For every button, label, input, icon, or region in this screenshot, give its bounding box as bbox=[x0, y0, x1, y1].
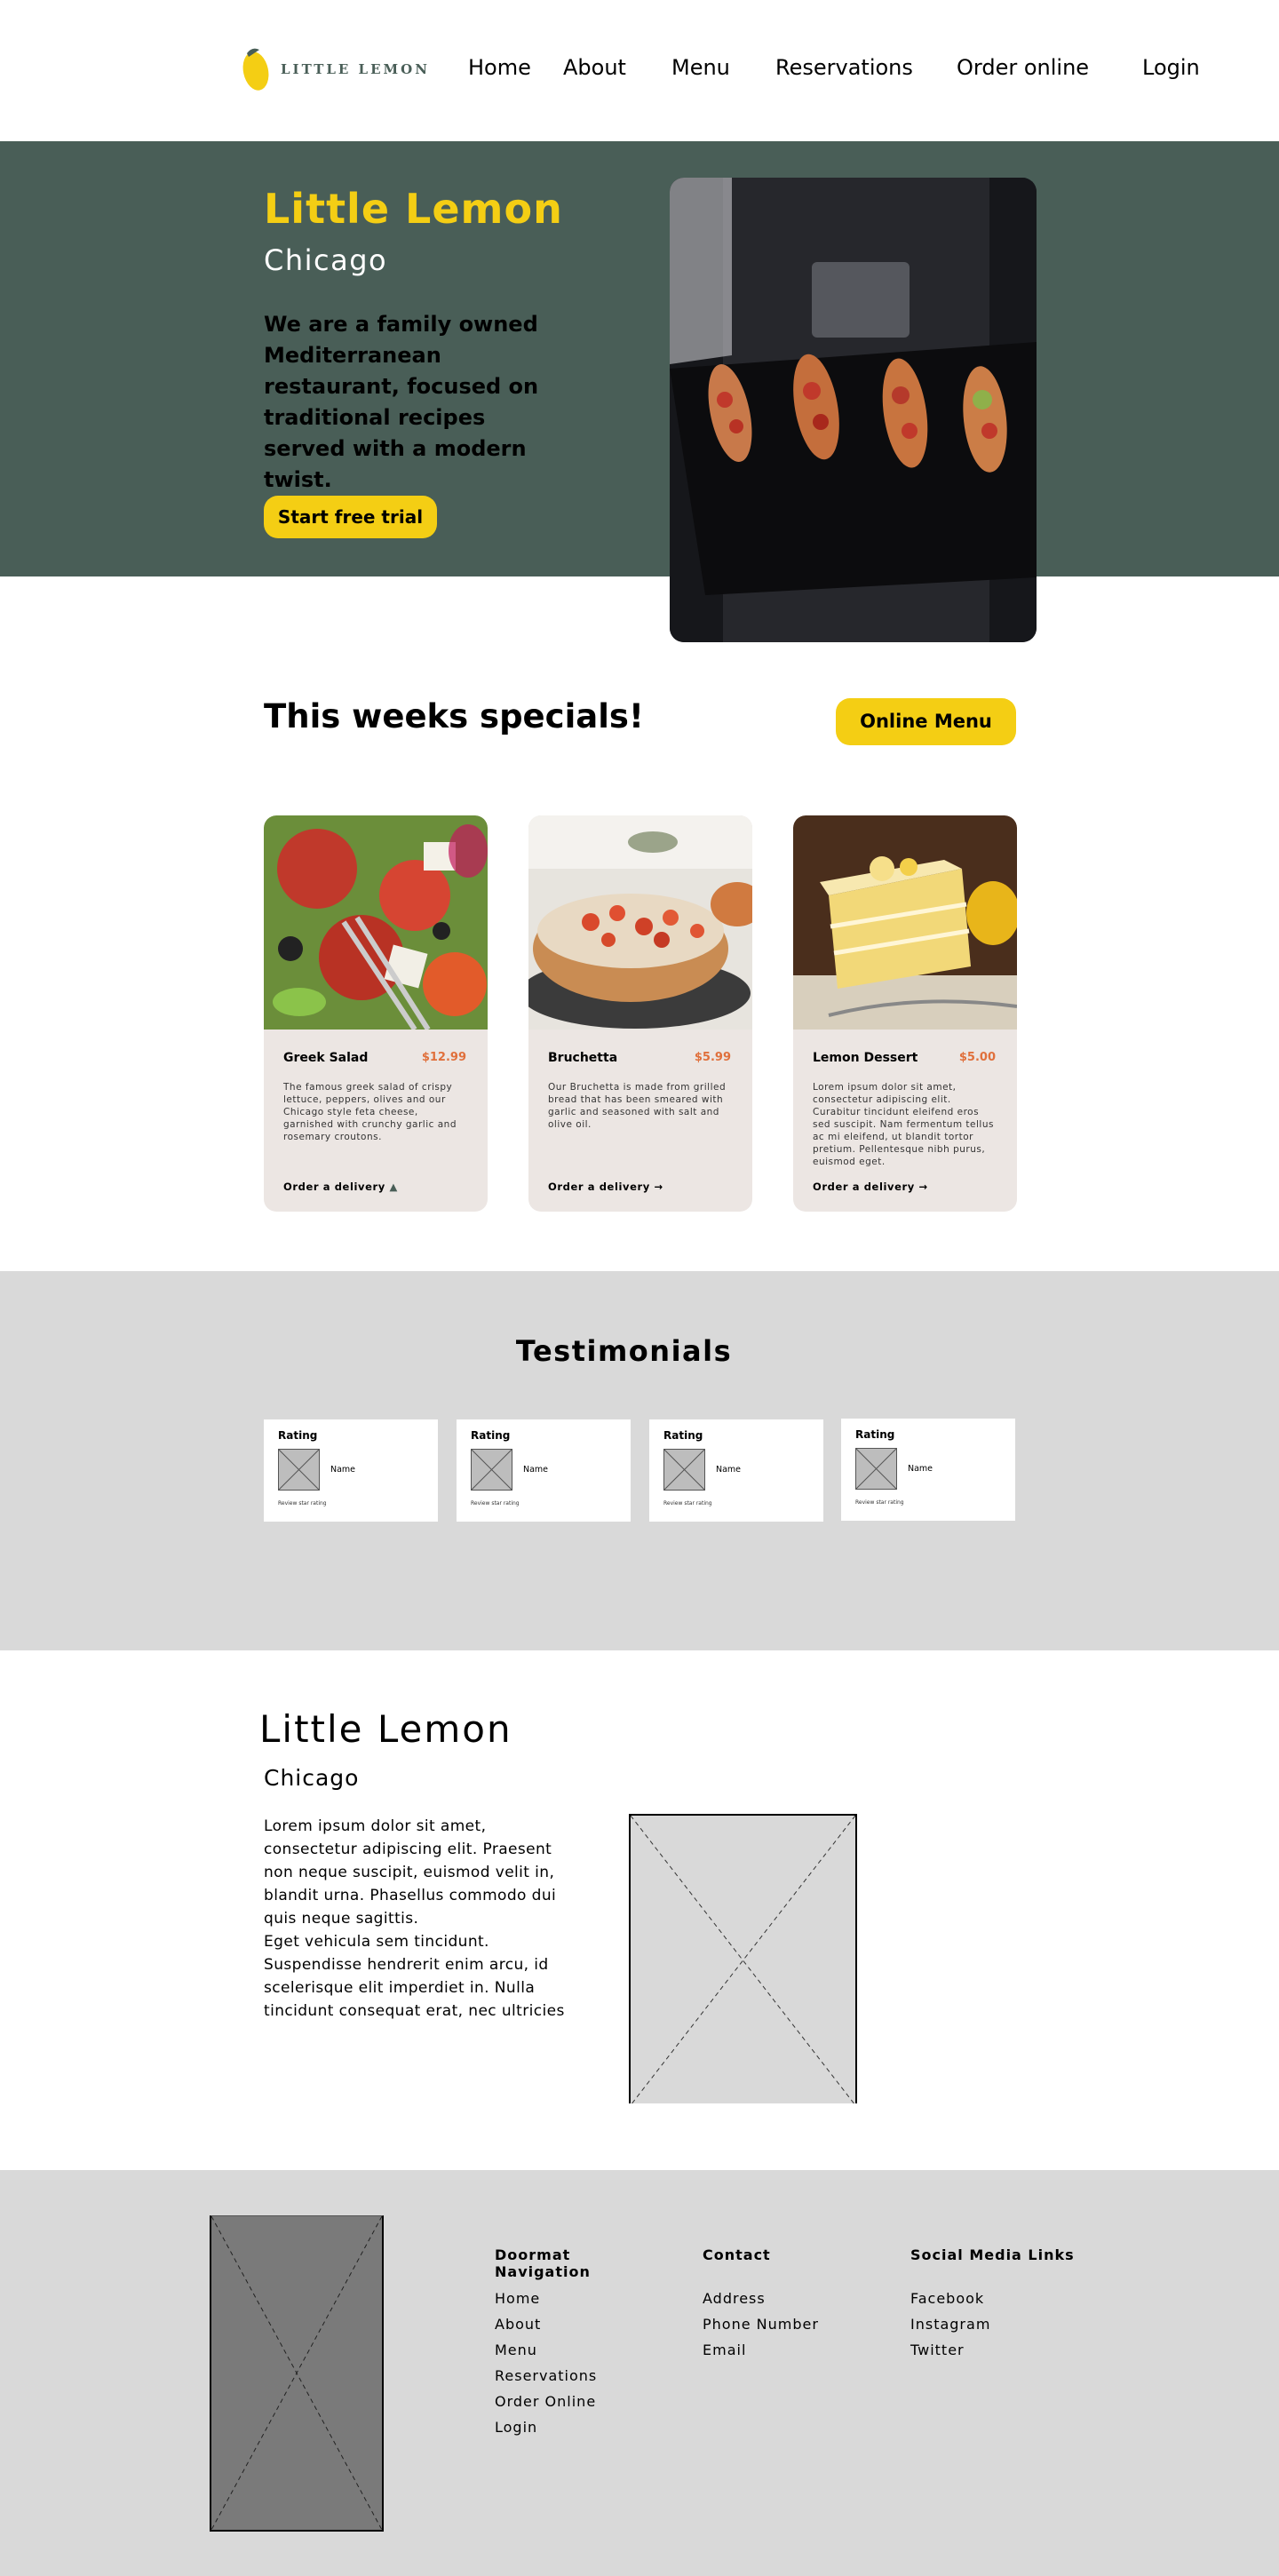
avatar-placeholder-icon bbox=[663, 1449, 705, 1491]
order-delivery-link[interactable]: Order a delivery → bbox=[813, 1181, 928, 1193]
order-delivery-link[interactable]: Order a delivery ▲ bbox=[283, 1181, 398, 1193]
nav-about[interactable]: About bbox=[563, 55, 626, 80]
start-free-trial-button[interactable]: Start free trial bbox=[264, 496, 437, 538]
about-title: Little Lemon bbox=[259, 1707, 512, 1751]
testimonial-card: Rating Name Review star rating bbox=[649, 1419, 823, 1522]
footer-link-order-online[interactable]: Order Online bbox=[495, 2393, 596, 2410]
hero-section bbox=[0, 141, 1279, 576]
footer-social-instagram[interactable]: Instagram bbox=[910, 2316, 990, 2333]
footer-link-login[interactable]: Login bbox=[495, 2419, 537, 2436]
testimonial-rating: Rating bbox=[663, 1429, 703, 1442]
testimonial-card: Rating Name Review star rating bbox=[841, 1419, 1015, 1521]
site-footer bbox=[0, 2170, 1279, 2576]
nav-order-online[interactable]: Order online bbox=[957, 55, 1089, 80]
nav-menu[interactable]: Menu bbox=[671, 55, 730, 80]
footer-social-facebook[interactable]: Facebook bbox=[910, 2290, 984, 2307]
footer-social-twitter[interactable]: Twitter bbox=[910, 2341, 965, 2358]
testimonials-title: Testimonials bbox=[515, 1334, 733, 1368]
logo-text: LITTLE LEMON bbox=[281, 61, 430, 77]
scooter-icon: ▲ bbox=[389, 1181, 398, 1193]
order-delivery-link[interactable]: Order a delivery → bbox=[548, 1181, 663, 1193]
footer-social-heading: Social Media Links bbox=[910, 2246, 1075, 2263]
testimonial-review: Review star rating bbox=[855, 1499, 904, 1506]
specials-title: This weeks specials! bbox=[264, 697, 644, 735]
hero-title: Little Lemon bbox=[264, 185, 563, 233]
footer-doormat-heading: Doormat Navigation bbox=[495, 2246, 591, 2280]
card-price: $5.99 bbox=[694, 1051, 731, 1064]
hero-subtitle: Chicago bbox=[264, 243, 388, 277]
footer-link-home[interactable]: Home bbox=[495, 2290, 540, 2307]
testimonial-card: Rating Name Review star rating bbox=[457, 1419, 631, 1522]
footer-link-reservations[interactable]: Reservations bbox=[495, 2367, 597, 2384]
footer-link-about[interactable]: About bbox=[495, 2316, 541, 2333]
testimonial-rating: Rating bbox=[855, 1428, 895, 1441]
testimonial-review: Review star rating bbox=[278, 1500, 327, 1507]
site-header: LITTLE LEMON Home About Menu Reservation… bbox=[0, 0, 1279, 141]
special-card-greek-salad[interactable]: Greek Salad $12.99 The famous greek sala… bbox=[264, 815, 488, 1212]
lemon-logo-icon bbox=[240, 44, 270, 94]
footer-link-menu[interactable]: Menu bbox=[495, 2341, 537, 2358]
card-description: Lorem ipsum dolor sit amet, consectetur … bbox=[813, 1082, 994, 1167]
testimonial-review: Review star rating bbox=[471, 1500, 520, 1507]
card-title: Bruchetta bbox=[548, 1051, 618, 1065]
card-title: Greek Salad bbox=[283, 1051, 369, 1065]
card-price: $5.00 bbox=[958, 1051, 996, 1064]
arrow-right-icon: → bbox=[918, 1181, 928, 1193]
card-description: The famous greek salad of crispy lettuce… bbox=[283, 1082, 457, 1142]
nav-login[interactable]: Login bbox=[1142, 55, 1200, 80]
testimonial-name: Name bbox=[908, 1464, 933, 1474]
footer-contact-heading: Contact bbox=[703, 2246, 771, 2263]
footer-contact-address[interactable]: Address bbox=[703, 2290, 766, 2307]
testimonial-rating: Rating bbox=[278, 1429, 318, 1442]
avatar-placeholder-icon bbox=[278, 1449, 320, 1491]
avatar-placeholder-icon bbox=[855, 1448, 897, 1490]
testimonial-name: Name bbox=[523, 1465, 549, 1475]
hero-food-photo bbox=[670, 178, 1037, 642]
testimonial-review: Review star rating bbox=[663, 1500, 712, 1507]
nav-home[interactable]: Home bbox=[468, 55, 531, 80]
card-description: Our Bruchetta is made from grilled bread… bbox=[548, 1082, 727, 1130]
hero-description: We are a family owned Mediterranean rest… bbox=[264, 312, 539, 492]
online-menu-button[interactable]: Online Menu bbox=[836, 698, 1016, 745]
testimonial-card: Rating Name Review star rating bbox=[264, 1419, 438, 1522]
order-delivery-label: Order a delivery bbox=[813, 1181, 915, 1193]
footer-logo-placeholder bbox=[210, 2215, 384, 2532]
nav-reservations[interactable]: Reservations bbox=[775, 55, 913, 80]
about-image-placeholder bbox=[629, 1814, 857, 2106]
arrow-right-icon: → bbox=[654, 1181, 663, 1193]
about-subtitle: Chicago bbox=[264, 1765, 360, 1791]
order-delivery-label: Order a delivery bbox=[283, 1181, 385, 1193]
testimonials-section bbox=[0, 1271, 1279, 1650]
footer-contact-phone[interactable]: Phone Number bbox=[703, 2316, 819, 2333]
testimonial-rating: Rating bbox=[471, 1429, 511, 1442]
logo[interactable]: LITTLE LEMON bbox=[240, 44, 430, 94]
testimonial-name: Name bbox=[330, 1465, 356, 1475]
special-card-bruchetta[interactable]: Bruchetta $5.99 Our Bruchetta is made fr… bbox=[528, 815, 752, 1212]
bruchetta-photo bbox=[528, 815, 752, 1030]
lemon-dessert-photo bbox=[793, 815, 1017, 1030]
order-delivery-label: Order a delivery bbox=[548, 1181, 650, 1193]
greek-salad-photo bbox=[264, 815, 488, 1030]
avatar-placeholder-icon bbox=[471, 1449, 512, 1491]
special-card-lemon-dessert[interactable]: Lemon Dessert $5.00 Lorem ipsum dolor si… bbox=[793, 815, 1017, 1212]
card-price: $12.99 bbox=[421, 1051, 466, 1064]
about-text: Lorem ipsum dolor sit amet, consectetur … bbox=[264, 1817, 565, 2020]
testimonial-name: Name bbox=[716, 1465, 742, 1475]
footer-contact-email[interactable]: Email bbox=[703, 2341, 746, 2358]
card-title: Lemon Dessert bbox=[813, 1051, 918, 1065]
